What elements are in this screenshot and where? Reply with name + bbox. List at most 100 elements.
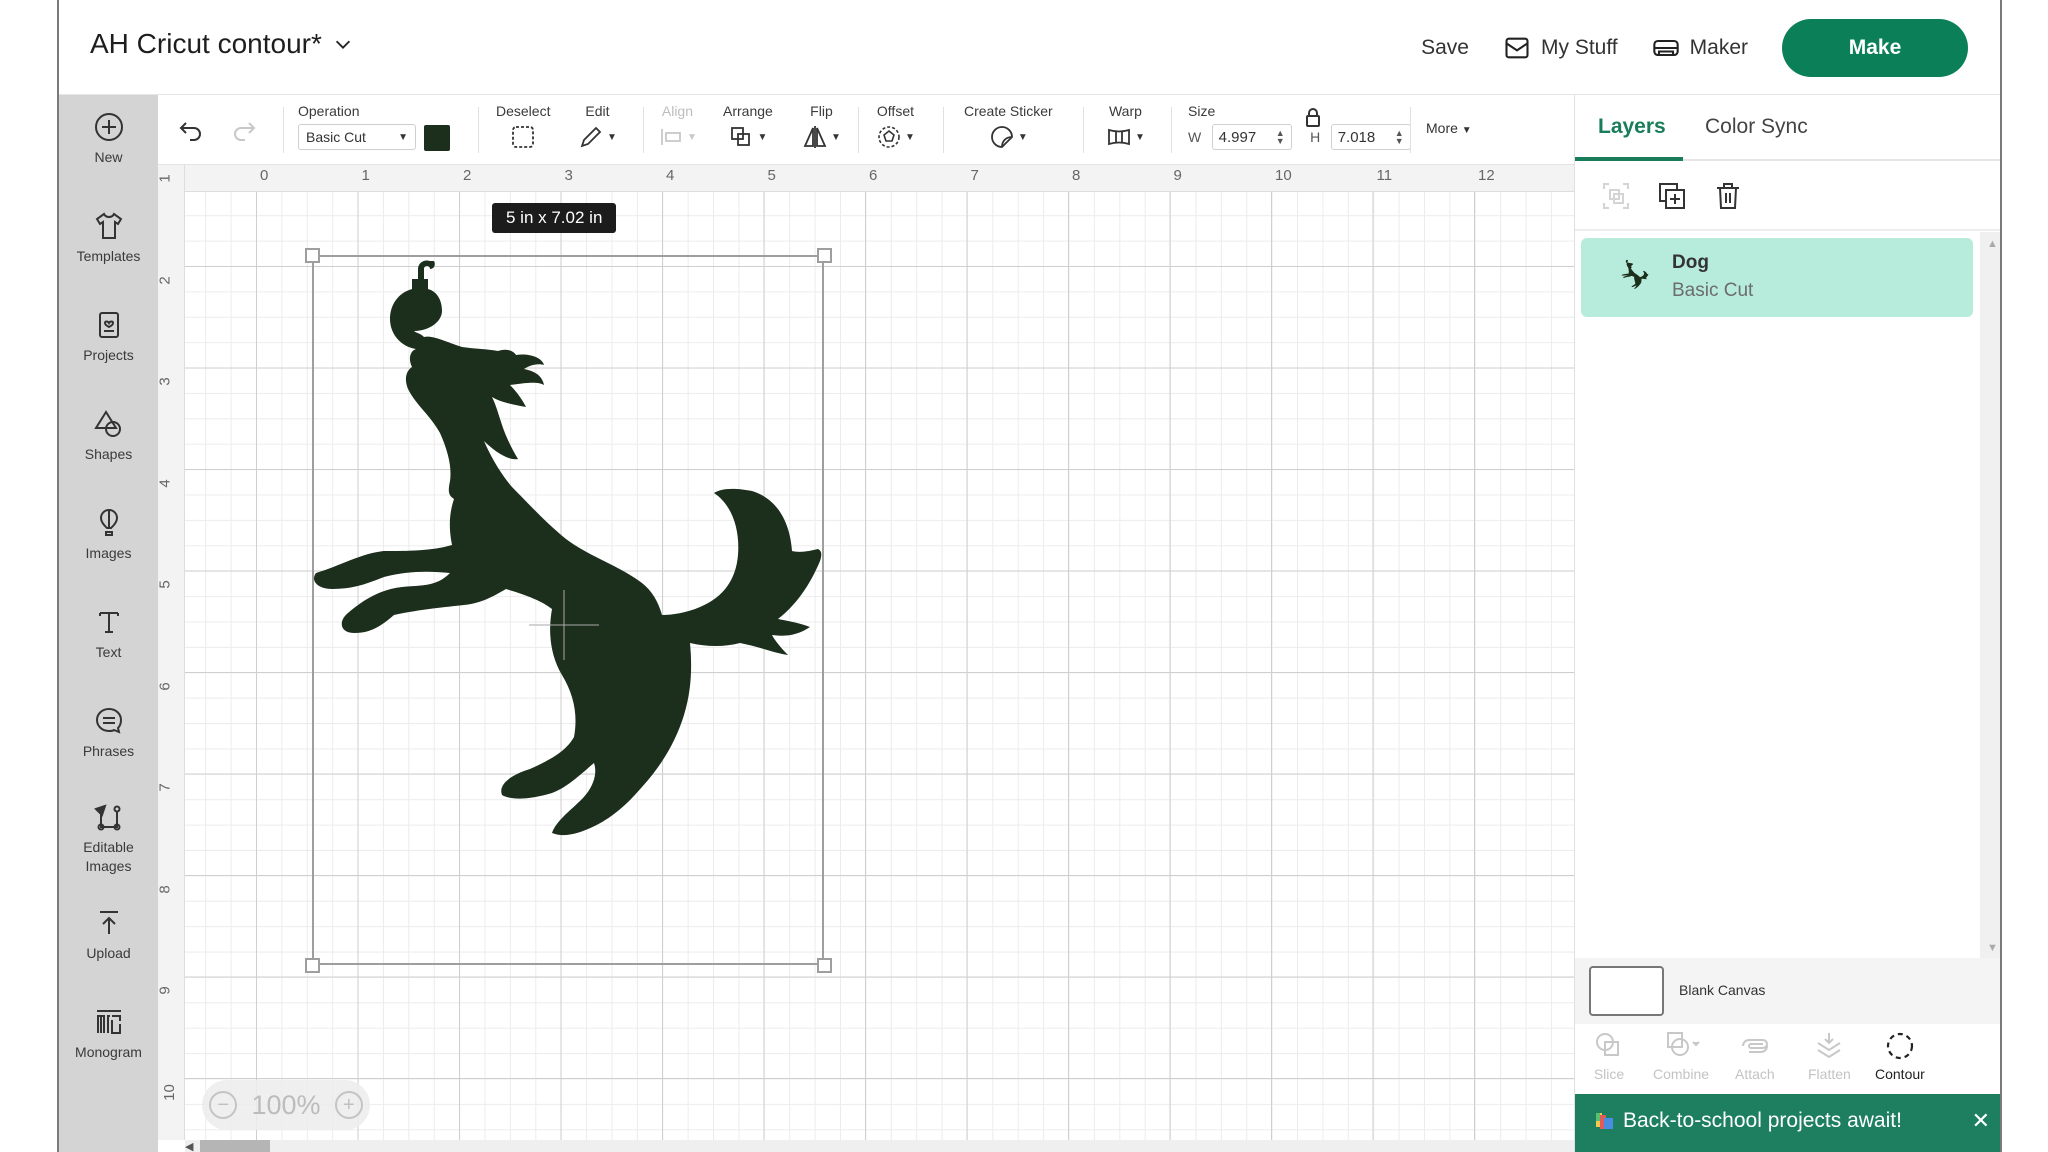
redo-icon: [234, 122, 256, 141]
resize-handle-top-right[interactable]: [817, 248, 832, 263]
ruler-tick-label: 12: [1478, 167, 1495, 184]
tshirt-icon: [95, 212, 122, 239]
speech-bubble-icon: [95, 707, 122, 734]
width-label: W: [1188, 128, 1202, 145]
lock-icon: [1306, 108, 1320, 127]
group-icon[interactable]: [1601, 181, 1631, 211]
ruler-tick-label: 5: [767, 167, 776, 184]
size-group: Size W 4.997 ▲ ▼ H 7.018 ▲ ▼: [1188, 103, 1411, 150]
more-label: More: [1426, 120, 1458, 136]
monogram-icon: [96, 1010, 121, 1034]
sidebar-item-text[interactable]: Text: [59, 606, 158, 660]
slice-button[interactable]: Slice: [1593, 1030, 1625, 1082]
flatten-button[interactable]: Flatten: [1808, 1030, 1851, 1082]
flip-label: Flip: [810, 103, 833, 119]
contour-icon: [1886, 1032, 1914, 1060]
crosshair-icon: [529, 590, 599, 660]
warp-group[interactable]: Warp ▼: [1106, 103, 1145, 155]
layer-operations-bar: Slice Combine Attach Flatten Contour: [1575, 1024, 2000, 1094]
blank-canvas-swatch[interactable]: [1589, 966, 1664, 1016]
size-label: Size: [1188, 103, 1216, 119]
sidebar-item-projects[interactable]: Projects: [59, 309, 158, 363]
promo-banner-link[interactable]: Back-to-school projects await!: [1595, 1109, 1902, 1133]
flatten-label: Flatten: [1808, 1066, 1851, 1082]
layer-operation: Basic Cut: [1672, 280, 1754, 301]
ruler-tick-label: 10: [160, 1083, 178, 1101]
edit-group[interactable]: Edit ▼: [578, 103, 617, 155]
width-stepper[interactable]: ▲ ▼: [1276, 129, 1285, 146]
horizontal-scroll-thumb[interactable]: [200, 1140, 270, 1152]
sidebar-label: Projects: [83, 347, 134, 363]
zoom-in-button[interactable]: +: [334, 1091, 363, 1119]
arrange-group[interactable]: Arrange ▼: [723, 103, 773, 155]
sidebar-item-upload[interactable]: Upload: [59, 907, 158, 961]
width-input[interactable]: 4.997 ▲ ▼: [1211, 124, 1292, 150]
sidebar-item-images[interactable]: Images: [59, 507, 158, 561]
layers-scrollbar[interactable]: ▲ ▼: [1980, 232, 2000, 958]
sidebar-label: Editable: [83, 839, 134, 855]
canvas-horizontal-scrollbar[interactable]: ◀ ▶: [185, 1140, 1608, 1152]
ruler-tick-label: 0: [260, 167, 269, 184]
sidebar-item-phrases[interactable]: Phrases: [59, 705, 158, 759]
layer-item[interactable]: Dog Basic Cut: [1581, 238, 1973, 317]
warp-icon: [1108, 128, 1130, 146]
resize-handle-bottom-right[interactable]: [817, 958, 832, 973]
sidebar-item-templates[interactable]: Templates: [59, 210, 158, 264]
trash-icon[interactable]: [1713, 181, 1743, 211]
blank-canvas-label: Blank Canvas: [1679, 982, 1766, 998]
zoom-out-button[interactable]: −: [209, 1091, 238, 1119]
sidebar-label: Shapes: [84, 446, 133, 462]
project-title-dropdown[interactable]: AH Cricut contour*: [90, 28, 354, 60]
ruler-tick-label: 1: [361, 167, 370, 184]
inbox-icon: [1505, 37, 1529, 59]
align-group[interactable]: Align ▼: [658, 103, 697, 155]
sidebar-item-editable-images[interactable]: Editable Images: [59, 801, 158, 874]
create-sticker-group[interactable]: Create Sticker ▼: [964, 103, 1053, 155]
zoom-control: − 100% +: [202, 1080, 370, 1130]
operation-label: Operation: [298, 103, 360, 119]
ruler-tick-label: 7: [156, 783, 174, 792]
text-t-icon: [98, 612, 119, 633]
sidebar-item-monogram[interactable]: Monogram: [59, 1006, 158, 1060]
ruler-tick-label: 11: [1376, 167, 1393, 184]
dropdown-caret-icon: ▼: [398, 131, 408, 143]
flip-group[interactable]: Flip ▼: [802, 103, 841, 155]
height-stepper[interactable]: ▲ ▼: [1395, 129, 1404, 146]
maker-button[interactable]: Maker: [1652, 34, 1748, 62]
redo-button[interactable]: [231, 117, 257, 143]
sidebar-label: Templates: [76, 248, 141, 264]
height-value: 7.018: [1337, 128, 1376, 146]
height-input[interactable]: 7.018 ▲ ▼: [1330, 124, 1411, 150]
attach-button[interactable]: Attach: [1735, 1030, 1775, 1082]
operation-color-swatch[interactable]: [424, 124, 450, 151]
maker-label: Maker: [1689, 36, 1748, 59]
more-button[interactable]: More ▼: [1426, 120, 1472, 136]
deselect-group[interactable]: Deselect: [496, 103, 550, 155]
contour-button[interactable]: Contour: [1875, 1030, 1925, 1082]
scroll-down-icon[interactable]: ▼: [1987, 942, 1998, 954]
undo-icon: [179, 122, 201, 141]
close-icon[interactable]: ✕: [1972, 1108, 1990, 1134]
layer-name: Dog: [1672, 252, 1709, 273]
save-button[interactable]: Save: [1421, 36, 1469, 60]
sidebar-item-shapes[interactable]: Shapes: [59, 408, 158, 462]
operation-select[interactable]: Basic Cut ▼: [298, 124, 416, 150]
resize-handle-bottom-left[interactable]: [305, 958, 320, 973]
align-icon: [661, 129, 681, 145]
resize-handle-top-left[interactable]: [305, 248, 320, 263]
offset-label: Offset: [876, 103, 914, 119]
sidebar-label: Monogram: [75, 1044, 142, 1060]
combine-button[interactable]: Combine: [1653, 1030, 1709, 1082]
tab-layers[interactable]: Layers: [1598, 115, 1666, 139]
sidebar-item-new[interactable]: New: [59, 111, 158, 165]
scroll-up-icon[interactable]: ▲: [1987, 238, 1998, 250]
make-button[interactable]: Make: [1782, 19, 1968, 77]
duplicate-icon[interactable]: [1657, 181, 1687, 211]
my-stuff-button[interactable]: My Stuff: [1503, 34, 1618, 62]
scroll-left-icon[interactable]: ◀: [185, 1140, 193, 1152]
tab-color-sync[interactable]: Color Sync: [1705, 115, 1808, 139]
pencil-icon: [580, 126, 602, 148]
undo-button[interactable]: [178, 117, 204, 143]
offset-group[interactable]: Offset ▼: [876, 103, 915, 155]
aspect-lock-button[interactable]: [1304, 107, 1322, 132]
